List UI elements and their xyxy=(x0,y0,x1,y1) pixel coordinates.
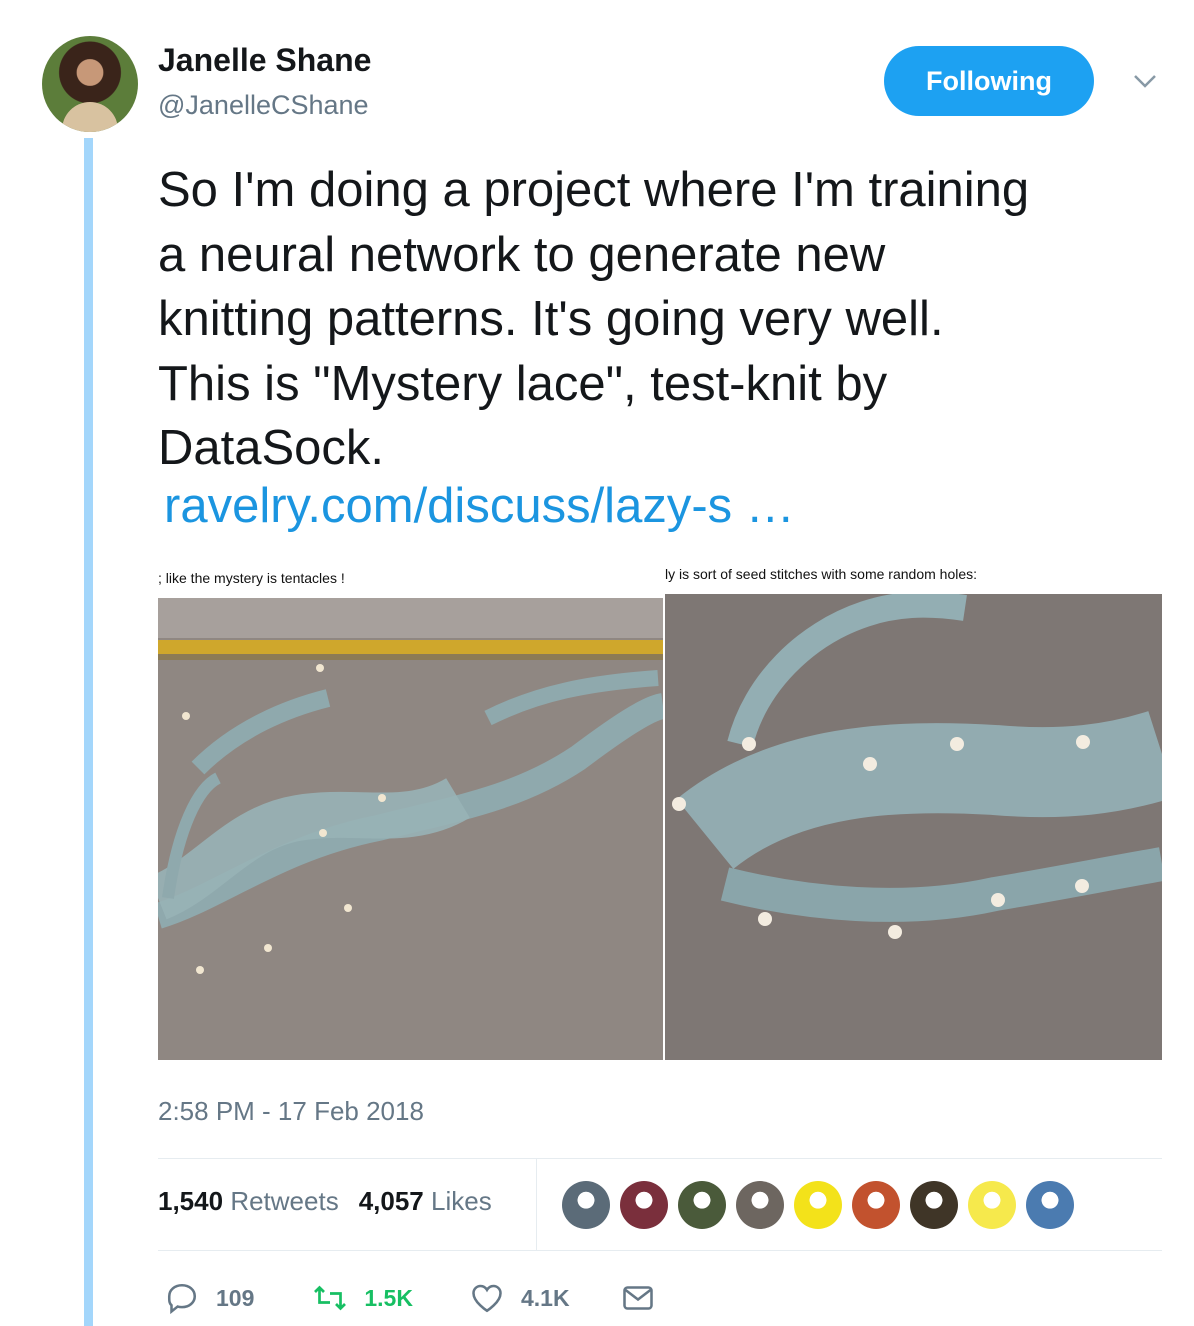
knitted-lace-photo xyxy=(158,598,663,1060)
photo-caption: ly is sort of seed stitches with some ra… xyxy=(665,566,978,582)
author-name[interactable]: Janelle Shane xyxy=(158,42,371,79)
divider xyxy=(158,1250,1162,1251)
retweets-label: Retweets xyxy=(230,1186,339,1216)
divider xyxy=(158,1158,1162,1159)
liker-avatar[interactable] xyxy=(620,1181,668,1229)
like-count: 4.1K xyxy=(520,1284,570,1311)
liker-avatar[interactable] xyxy=(794,1181,842,1229)
retweets-count: 1,540 xyxy=(158,1186,224,1216)
retweet-count: 1.5K xyxy=(364,1284,413,1311)
divider xyxy=(536,1158,537,1250)
engagement-stats: 1,540 Retweets 4,057 Likes xyxy=(158,1186,492,1217)
mail-icon xyxy=(622,1286,653,1310)
reply-button[interactable]: 109 xyxy=(164,1280,254,1316)
following-button[interactable]: Following xyxy=(884,46,1094,116)
tweet-line: So I'm doing a project where I'm trainin… xyxy=(158,163,1030,217)
knitted-lace-photo xyxy=(665,594,1162,1060)
tweet-photo-2[interactable]: ly is sort of seed stitches with some ra… xyxy=(665,560,1162,1060)
reply-count: 109 xyxy=(216,1284,255,1311)
heart-icon xyxy=(472,1284,502,1313)
tweet-timestamp[interactable]: 2:58 PM - 17 Feb 2018 xyxy=(158,1096,424,1127)
author-handle[interactable]: @JanelleCShane xyxy=(158,90,369,121)
retweet-button[interactable]: 1.5K xyxy=(312,1280,413,1316)
liker-avatar[interactable] xyxy=(1026,1181,1074,1229)
direct-message-button[interactable] xyxy=(620,1280,656,1316)
liker-avatar[interactable] xyxy=(562,1181,610,1229)
like-button[interactable]: 4.1K xyxy=(469,1280,570,1316)
tweet-line: a neural network to generate new xyxy=(158,227,886,282)
tweet-line: knitting patterns. It's going very well. xyxy=(158,292,944,346)
liker-avatar[interactable] xyxy=(678,1181,726,1229)
likes-label: Likes xyxy=(431,1186,492,1216)
author-avatar[interactable] xyxy=(42,36,138,132)
retweets-stat[interactable]: 1,540 Retweets xyxy=(158,1186,339,1217)
tweet-text: So I'm doing a project where I'm trainin… xyxy=(158,158,1168,481)
thread-line xyxy=(84,138,93,1326)
liker-avatar[interactable] xyxy=(852,1181,900,1229)
liker-avatar[interactable] xyxy=(968,1181,1016,1229)
tweet-line: DataSock. xyxy=(158,421,385,475)
tweet-line: This is "Mystery lace", test-knit by xyxy=(158,356,888,411)
liker-avatar[interactable] xyxy=(736,1181,784,1229)
tweet-photo-1[interactable]: ; like the mystery is tentacles ! xyxy=(158,560,663,1060)
likes-stat[interactable]: 4,057 Likes xyxy=(359,1186,492,1217)
likes-count: 4,057 xyxy=(358,1186,424,1216)
reply-icon xyxy=(167,1283,197,1315)
tweet-actions: 109 1.5K 4.1K xyxy=(158,1276,656,1320)
photo-caption: ; like the mystery is tentacles ! xyxy=(158,570,345,586)
retweet-icon xyxy=(314,1285,347,1311)
liker-avatar[interactable] xyxy=(910,1181,958,1229)
tweet-link[interactable]: ravelry.com/discuss/lazy-s … xyxy=(164,478,795,534)
chevron-down-icon[interactable] xyxy=(1130,66,1160,96)
likers-avatars xyxy=(562,1181,1074,1229)
